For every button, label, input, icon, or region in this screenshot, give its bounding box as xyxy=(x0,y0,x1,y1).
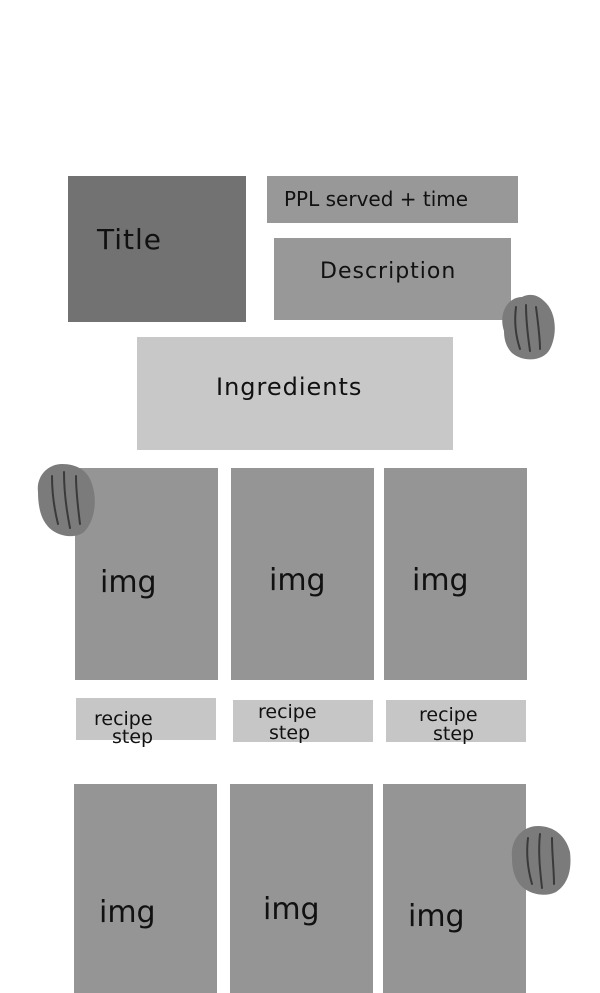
recipe-image: img xyxy=(230,784,373,993)
ingredients-text: Ingredients xyxy=(216,373,363,401)
image-label: img xyxy=(412,563,469,598)
description-text: Description xyxy=(320,259,457,284)
image-label: img xyxy=(408,899,465,934)
description-block: Description xyxy=(274,238,511,320)
image-label: img xyxy=(269,563,326,598)
recipe-step-line1: recipe xyxy=(258,701,317,723)
recipe-step-line2: step xyxy=(269,722,311,744)
recipe-step-block: recipe step xyxy=(76,698,216,747)
recipe-image: img xyxy=(231,468,374,680)
image-label: img xyxy=(100,565,157,600)
leaf-icon xyxy=(502,294,555,360)
image-label: img xyxy=(263,892,320,927)
recipe-step-block: recipe step xyxy=(386,700,526,745)
image-label: img xyxy=(99,895,156,930)
recipe-image: img xyxy=(384,468,527,680)
recipe-step-line2: step xyxy=(112,726,154,748)
served-time-block: PPL served + time xyxy=(267,176,518,223)
title-text: Title xyxy=(97,223,163,256)
recipe-image: img xyxy=(74,784,217,993)
leaf-icon xyxy=(511,826,571,895)
served-time-text: PPL served + time xyxy=(284,187,469,211)
ingredients-block: Ingredients xyxy=(137,337,453,450)
recipe-image: img xyxy=(383,784,526,993)
leaf-icon xyxy=(37,464,95,537)
recipe-step-line2: step xyxy=(433,723,475,745)
recipe-step-block: recipe step xyxy=(233,700,373,744)
title-block: Title xyxy=(68,176,246,322)
